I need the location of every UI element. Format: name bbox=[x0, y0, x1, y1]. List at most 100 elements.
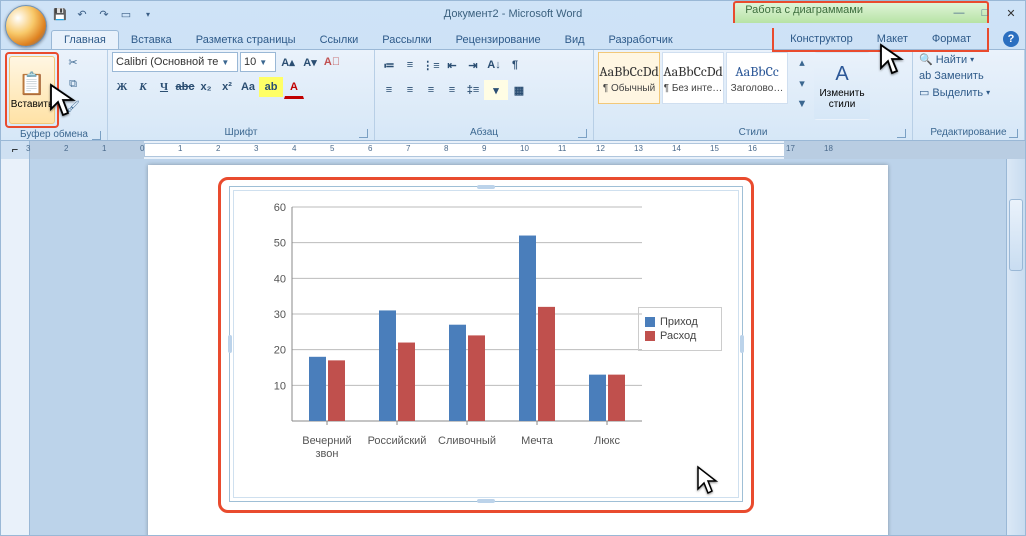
align-center-button[interactable]: ≡ bbox=[400, 80, 420, 100]
maximize-button[interactable]: □ bbox=[975, 5, 995, 21]
minimize-button[interactable]: — bbox=[949, 5, 969, 21]
window-controls: — □ ✕ bbox=[949, 5, 1021, 21]
tab-mailings[interactable]: Рассылки bbox=[370, 31, 443, 49]
vertical-ruler[interactable] bbox=[1, 159, 30, 535]
cut-icon[interactable]: ✂ bbox=[63, 52, 83, 72]
multilevel-button[interactable]: ⋮≡ bbox=[421, 55, 441, 75]
copy-icon[interactable]: ⧉ bbox=[63, 74, 83, 94]
superscript-button[interactable]: x² bbox=[217, 77, 237, 97]
tab-layout[interactable]: Макет bbox=[865, 30, 920, 48]
style-normal[interactable]: AaBbCcDd ¶ Обычный bbox=[598, 52, 660, 104]
tab-page-layout[interactable]: Разметка страницы bbox=[184, 31, 308, 49]
resize-handle-bottom[interactable] bbox=[477, 499, 495, 503]
group-clipboard-label: Буфер обмена bbox=[5, 128, 103, 142]
undo-icon[interactable]: ↶ bbox=[73, 5, 91, 23]
work-area: 102030405060 Вечерний звонРоссийскийСлив… bbox=[1, 159, 1025, 535]
group-font: Calibri (Основной те▼ 10▼ A▴ A▾ A⃠ Ж К Ч… bbox=[108, 50, 375, 140]
resize-handle-top[interactable] bbox=[477, 185, 495, 189]
sort-button[interactable]: A↓ bbox=[484, 55, 504, 75]
page: 102030405060 Вечерний звонРоссийскийСлив… bbox=[148, 165, 888, 535]
office-button[interactable] bbox=[5, 5, 47, 47]
change-styles-button[interactable]: A Изменить стили bbox=[814, 52, 870, 120]
resize-handle-left[interactable] bbox=[228, 335, 232, 353]
font-color-button[interactable]: A bbox=[284, 77, 304, 99]
titlebar: 💾 ↶ ↷ ▭ ▾ Документ2 - Microsoft Word Раб… bbox=[1, 1, 1025, 27]
scroll-thumb[interactable] bbox=[1009, 199, 1023, 271]
replace-button[interactable]: abЗаменить bbox=[917, 69, 986, 83]
legend-swatch-1 bbox=[645, 317, 655, 327]
print-icon[interactable]: ▭ bbox=[117, 5, 135, 23]
show-marks-button[interactable]: ¶ bbox=[505, 55, 525, 75]
paste-label: Вставить bbox=[11, 99, 53, 110]
legend-swatch-2 bbox=[645, 331, 655, 341]
vertical-scrollbar[interactable] bbox=[1006, 159, 1025, 535]
strike-button[interactable]: abc bbox=[175, 77, 195, 97]
chart-selection-highlight: 102030405060 Вечерний звонРоссийскийСлив… bbox=[218, 177, 754, 513]
increase-indent-button[interactable]: ⇥ bbox=[463, 55, 483, 75]
font-size-combo[interactable]: 10▼ bbox=[240, 52, 276, 72]
chart-legend[interactable]: Приход Расход bbox=[638, 307, 722, 351]
paste-highlight: 📋 Вставить bbox=[5, 52, 59, 128]
justify-button[interactable]: ≡ bbox=[442, 80, 462, 100]
underline-button[interactable]: Ч bbox=[154, 77, 174, 97]
qat-more-icon[interactable]: ▾ bbox=[139, 5, 157, 23]
chart-plot-area[interactable]: 102030405060 bbox=[262, 201, 642, 431]
numbering-button[interactable]: ≡ bbox=[400, 55, 420, 75]
borders-button[interactable]: ▦ bbox=[509, 80, 529, 100]
style-no-spacing[interactable]: AaBbCcDd ¶ Без инте… bbox=[662, 52, 724, 104]
group-paragraph: ≔ ≡ ⋮≡ ⇤ ⇥ A↓ ¶ ≡ ≡ ≡ ≡ ‡≡ ▾ ▦ bbox=[375, 50, 594, 140]
subscript-button[interactable]: x₂ bbox=[196, 77, 216, 97]
tab-home[interactable]: Главная bbox=[51, 30, 119, 49]
shading-button[interactable]: ▾ bbox=[484, 80, 508, 100]
styles-more-icon[interactable]: ▼ bbox=[792, 94, 812, 114]
tab-format[interactable]: Формат bbox=[920, 30, 983, 48]
shrink-font-icon[interactable]: A▾ bbox=[300, 52, 320, 72]
tab-developer[interactable]: Разработчик bbox=[597, 31, 685, 49]
chart-object[interactable]: 102030405060 Вечерний звонРоссийскийСлив… bbox=[229, 186, 743, 502]
bold-button[interactable]: Ж bbox=[112, 77, 132, 97]
chart-tools-tabs: Конструктор Макет Формат bbox=[772, 28, 989, 52]
svg-text:30: 30 bbox=[274, 309, 286, 321]
styles-row-up-icon[interactable]: ▴ bbox=[792, 52, 812, 72]
find-button[interactable]: 🔍Найти▾ bbox=[917, 52, 976, 67]
paste-button[interactable]: 📋 Вставить bbox=[9, 56, 55, 124]
app-window: 💾 ↶ ↷ ▭ ▾ Документ2 - Microsoft Word Раб… bbox=[0, 0, 1026, 536]
align-right-button[interactable]: ≡ bbox=[421, 80, 441, 100]
format-painter-icon[interactable]: 🖌 bbox=[63, 96, 83, 116]
close-button[interactable]: ✕ bbox=[1001, 5, 1021, 21]
svg-text:40: 40 bbox=[274, 273, 286, 285]
svg-text:10: 10 bbox=[274, 380, 286, 392]
line-spacing-button[interactable]: ‡≡ bbox=[463, 80, 483, 100]
svg-text:60: 60 bbox=[274, 202, 286, 214]
tab-review[interactable]: Рецензирование bbox=[444, 31, 553, 49]
bullets-button[interactable]: ≔ bbox=[379, 55, 399, 75]
tab-view[interactable]: Вид bbox=[553, 31, 597, 49]
document-scroll[interactable]: 102030405060 Вечерний звонРоссийскийСлив… bbox=[30, 159, 1006, 535]
italic-button[interactable]: К bbox=[133, 77, 153, 97]
ruler-bar: ⌐ 3210123456789101112131415161718 bbox=[1, 141, 1025, 160]
font-family-combo[interactable]: Calibri (Основной те▼ bbox=[112, 52, 238, 72]
resize-handle-right[interactable] bbox=[740, 335, 744, 353]
select-button[interactable]: ▭Выделить▾ bbox=[917, 85, 992, 100]
group-paragraph-label: Абзац bbox=[379, 126, 589, 140]
tab-insert[interactable]: Вставка bbox=[119, 31, 184, 49]
clear-formatting-icon[interactable]: A⃠ bbox=[322, 52, 342, 72]
grow-font-icon[interactable]: A▴ bbox=[278, 52, 298, 72]
styles-row-down-icon[interactable]: ▾ bbox=[792, 73, 812, 93]
change-case-button[interactable]: Aa bbox=[238, 77, 258, 97]
horizontal-ruler[interactable]: 3210123456789101112131415161718 bbox=[30, 141, 1025, 159]
decrease-indent-button[interactable]: ⇤ bbox=[442, 55, 462, 75]
save-icon[interactable]: 💾 bbox=[51, 5, 69, 23]
style-heading1[interactable]: AaBbCc Заголово… bbox=[726, 52, 788, 104]
highlight-button[interactable]: ab bbox=[259, 77, 283, 97]
group-clipboard: 📋 Вставить ✂ ⧉ 🖌 Буфер обмена bbox=[1, 50, 108, 140]
legend-label-1: Приход bbox=[660, 316, 698, 328]
clipboard-icon: 📋 bbox=[18, 71, 45, 97]
align-left-button[interactable]: ≡ bbox=[379, 80, 399, 100]
group-styles-label: Стили bbox=[598, 126, 908, 140]
tab-references[interactable]: Ссылки bbox=[308, 31, 371, 49]
redo-icon[interactable]: ↷ bbox=[95, 5, 113, 23]
tab-design[interactable]: Конструктор bbox=[778, 30, 865, 48]
svg-text:50: 50 bbox=[274, 238, 286, 250]
group-editing: 🔍Найти▾ abЗаменить ▭Выделить▾ Редактиров… bbox=[913, 50, 1025, 140]
